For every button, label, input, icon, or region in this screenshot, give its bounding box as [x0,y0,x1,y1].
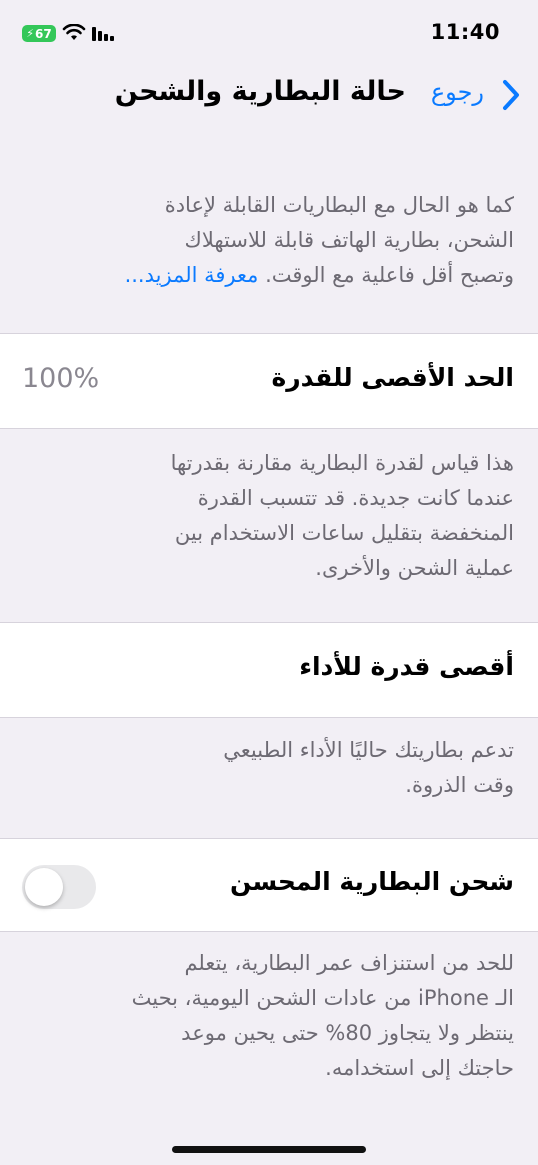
optimized-charging-row: شحن البطارية المحسن [0,839,538,931]
cellular-signal-icon [92,27,114,41]
max-capacity-description: هذا قياس لقدرة البطارية مقارنة بقدرتها ع… [24,446,514,586]
toggle-knob [25,868,63,906]
intro-description: كما هو الحال مع البطاريات القابلة لإعادة… [24,188,514,293]
optimized-charging-description: للحد من استنزاف عمر البطارية، يتعلم الـ … [24,946,514,1086]
intro-line: كما هو الحال مع البطاريات القابلة لإعادة [164,193,514,217]
description-line: تدعم بطاريتك حاليًا الأداء الطبيعي [223,738,514,762]
divider [0,717,538,718]
description-line: وقت الذروة. [405,773,514,797]
status-bar: ⚡ 67 11:40 [0,0,538,64]
chevron-back-icon[interactable] [500,78,522,112]
description-line: حاجتك إلى استخدامه. [325,1056,514,1080]
max-capacity-row: الحد الأقصى للقدرة 100% [0,334,538,428]
divider [0,931,538,932]
optimized-charging-toggle[interactable] [22,865,96,909]
optimized-charging-label: شحن البطارية المحسن [229,867,514,896]
battery-indicator: ⚡ 67 [22,25,56,42]
intro-line: وتصبح أقل فاعلية مع الوقت. [265,263,514,287]
peak-performance-row: أقصى قدرة للأداء [0,623,538,717]
description-line: عندما كانت جديدة. قد تتسبب القدرة [197,486,514,510]
battery-level: 67 [35,26,52,41]
back-button[interactable]: رجوع [431,78,484,106]
status-time: 11:40 [430,20,500,44]
peak-performance-description: تدعم بطاريتك حاليًا الأداء الطبيعي وقت ا… [24,733,514,803]
learn-more-link[interactable]: معرفة المزيد... [125,263,259,287]
wifi-icon [62,24,86,40]
description-line: ينتظر ولا يتجاوز 80% حتى يحين موعد [181,1021,514,1045]
divider [0,428,538,429]
intro-line-with-link: وتصبح أقل فاعلية مع الوقت. معرفة المزيد.… [24,258,514,293]
intro-line: الشحن، بطارية الهاتف قابلة للاستهلاك [184,228,514,252]
charging-bolt-icon: ⚡ [26,27,35,40]
home-indicator[interactable] [172,1146,366,1153]
navigation-bar: رجوع حالة البطارية والشحن [0,64,538,124]
description-line: عملية الشحن والأخرى. [315,556,514,580]
max-capacity-value: 100% [22,363,100,394]
peak-performance-label: أقصى قدرة للأداء [299,652,514,681]
description-line: المنخفضة بتقليل ساعات الاستخدام بين [174,521,514,545]
description-line: الـ iPhone من عادات الشحن اليومية، بحيث [131,986,514,1010]
page-title: حالة البطارية والشحن [114,76,406,107]
description-line: للحد من استنزاف عمر البطارية، يتعلم [184,951,514,975]
description-line: هذا قياس لقدرة البطارية مقارنة بقدرتها [170,451,514,475]
max-capacity-label: الحد الأقصى للقدرة [271,363,514,392]
